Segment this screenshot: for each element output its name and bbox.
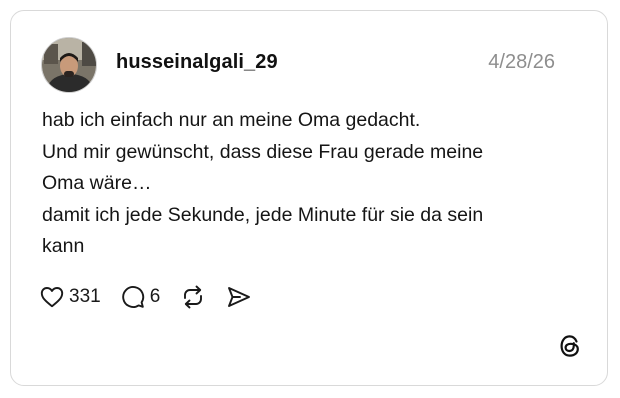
action-bar: 331 6	[40, 283, 272, 311]
reply-button[interactable]: 6	[121, 285, 161, 309]
post-text-line: damit ich jede Sekunde, jede Minute für …	[42, 203, 484, 226]
post-text-line: hab ich einfach nur an meine Oma gedacht…	[42, 109, 421, 131]
share-button[interactable]	[226, 285, 252, 309]
post-text: hab ich einfach nur an meine Oma gedacht…	[42, 105, 572, 263]
repost-button[interactable]	[180, 285, 206, 309]
post-text-line: Und mir gewünscht, dass diese Frau gerad…	[42, 140, 484, 163]
like-count: 331	[69, 286, 101, 307]
post-text-line: kann	[42, 235, 85, 257]
threads-logo-icon[interactable]	[557, 333, 583, 359]
speech-bubble-icon	[121, 286, 144, 308]
username[interactable]: husseinalgali_29	[116, 50, 278, 74]
like-button[interactable]: 331	[40, 285, 101, 309]
post-date: 4/28/26	[488, 51, 555, 73]
heart-icon	[40, 287, 64, 308]
avatar[interactable]	[41, 37, 97, 93]
repost-arrows-icon	[184, 285, 203, 309]
post-text-line: Oma wäre…	[42, 172, 152, 194]
reply-count: 6	[149, 286, 161, 307]
send-arrow-icon	[228, 287, 251, 307]
